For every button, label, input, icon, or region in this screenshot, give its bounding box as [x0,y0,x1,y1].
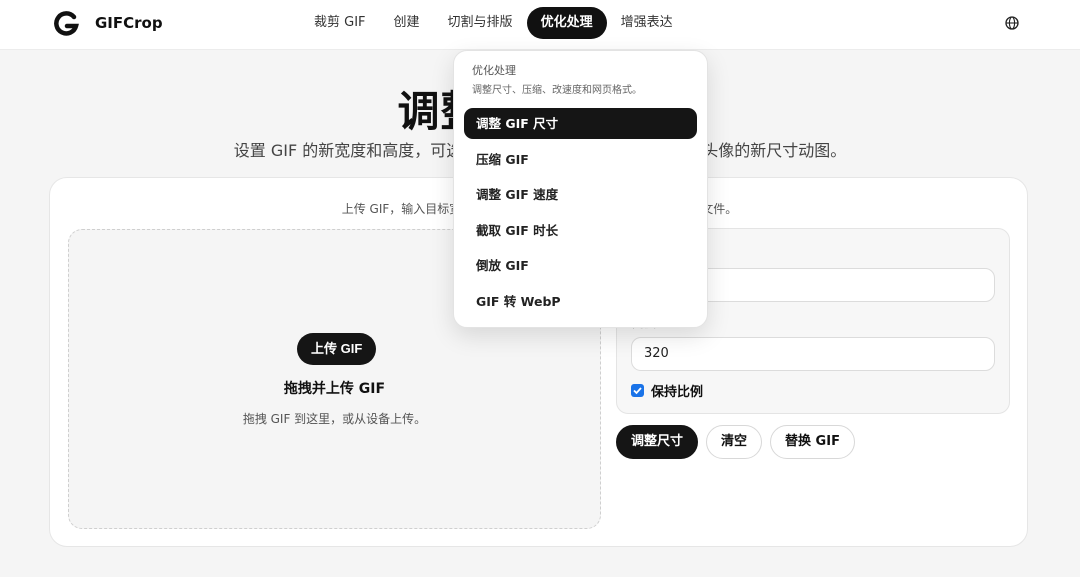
top-header: GIFCrop 裁剪 GIF 创建 切割与排版 优化处理 增强表达 [0,0,1080,50]
nav-crop-gif[interactable]: 裁剪 GIF [300,7,380,39]
menu-item-compress-gif[interactable]: 压缩 GIF [464,144,697,175]
keep-ratio-checkbox[interactable] [631,384,644,397]
resize-button[interactable]: 调整尺寸 [616,425,699,459]
dropdown-description: 调整尺寸、压缩、改速度和网页格式。 [472,85,642,96]
upload-gif-button[interactable]: 上传 GIF [297,333,377,365]
keep-ratio-label: 保持比例 [651,385,704,400]
dropzone-title: 拖拽并上传 GIF [283,381,386,397]
nav-create[interactable]: 创建 [380,7,434,39]
main-nav: 裁剪 GIF 创建 切割与排版 优化处理 增强表达 [300,7,687,39]
dropdown-heading: 优化处理 [472,64,516,77]
replace-gif-button[interactable]: 替换 GIF [770,425,855,459]
menu-item-gif-to-webp[interactable]: GIF 转 WebP [464,286,697,317]
action-buttons: 调整尺寸 清空 替换 GIF [616,425,855,459]
menu-item-resize-gif[interactable]: 调整 GIF 尺寸 [464,108,697,139]
height-input[interactable]: 320 [631,337,995,371]
nav-enhance[interactable]: 增强表达 [607,7,687,39]
nav-optimize[interactable]: 优化处理 [526,7,607,39]
dropdown-list: 调整 GIF 尺寸 压缩 GIF 调整 GIF 速度 截取 GIF 时长 倒放 … [464,108,697,321]
gifcrop-logo-icon[interactable] [52,10,80,38]
optimize-dropdown-menu: 优化处理 调整尺寸、压缩、改速度和网页格式。 调整 GIF 尺寸 压缩 GIF … [453,50,708,328]
menu-item-gif-speed[interactable]: 调整 GIF 速度 [464,179,697,210]
nav-split-layout[interactable]: 切割与排版 [434,7,527,39]
logo-text[interactable]: GIFCrop [95,14,163,32]
menu-item-reverse-gif[interactable]: 倒放 GIF [464,250,697,281]
globe-icon[interactable] [1004,15,1020,31]
keep-ratio-option[interactable]: 保持比例 [631,381,703,400]
dropzone-subtitle: 拖拽 GIF 到这里，或从设备上传。 [242,412,427,426]
clear-button[interactable]: 清空 [706,425,763,459]
menu-item-trim-gif[interactable]: 截取 GIF 时长 [464,215,697,246]
